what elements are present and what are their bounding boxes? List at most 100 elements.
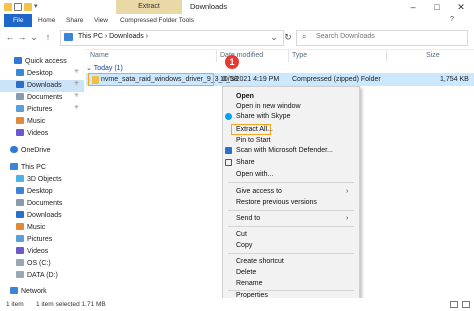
menu-item-share[interactable]: Share [236,157,255,168]
nav-item-pictures-pinned[interactable]: Pictures [16,104,52,116]
minimize-button[interactable]: – [402,0,424,14]
nav-item-3d-objects[interactable]: 3D Objects [16,174,62,186]
properties-icon[interactable] [14,3,22,11]
pictures-icon [16,105,24,112]
status-item-count: 1 item [6,301,24,308]
submenu-arrow-icon: › [346,188,349,195]
nav-item-documents-pinned[interactable]: Documents [16,92,62,104]
nav-item-desktop-pinned[interactable]: Desktop [16,68,53,80]
star-icon [14,57,22,64]
folder-icon [4,3,12,11]
column-header-name[interactable]: Name [90,50,109,62]
videos-icon [16,129,24,136]
details-view-icon[interactable] [450,301,458,308]
chevron-down-icon: ⌄ [86,65,92,72]
pc-icon [10,163,18,170]
menu-item-cut[interactable]: Cut [236,229,247,240]
pin-icon: ✳ [74,93,80,99]
nav-item-videos[interactable]: Videos [16,128,48,140]
column-header-type[interactable]: Type [292,50,307,62]
videos-icon [16,247,24,254]
new-folder-icon[interactable] [24,3,32,11]
nav-item-downloads[interactable]: Downloads [16,210,62,222]
nav-item-desktop[interactable]: Desktop [16,186,53,198]
music-icon [16,117,24,124]
music-icon [16,223,24,230]
qat-dropdown-icon[interactable]: ▾ [34,2,38,10]
status-selection: 1 item selected 1.71 MB [36,301,106,308]
search-placeholder: Search Downloads [316,33,375,40]
extract-context-tab: Extract [116,0,182,14]
menu-item-copy[interactable]: Copy [236,240,252,251]
forward-button[interactable]: → [16,29,28,45]
menu-item-create-shortcut[interactable]: Create shortcut [236,256,284,267]
close-button[interactable]: ✕ [450,0,472,14]
search-icon: ⌕ [302,32,307,41]
documents-icon [16,93,24,100]
pin-icon: ✳ [74,81,80,87]
nav-item-downloads-pinned[interactable]: Downloads [16,80,62,92]
nav-item-onedrive[interactable]: OneDrive [10,145,51,157]
help-icon[interactable]: ? [450,16,454,23]
large-icons-view-icon[interactable] [462,301,470,308]
menu-separator [228,253,354,254]
share-icon [225,159,232,166]
status-bar: 1 item 1 item selected 1.71 MB [0,298,474,311]
menu-separator [228,182,354,183]
downloads-icon [16,81,24,88]
step-badge-1: 1 [225,55,239,69]
tab-compressed-folder-tools[interactable]: Compressed Folder Tools [112,14,202,27]
menu-item-give-access[interactable]: Give access to [236,186,282,197]
cloud-icon [10,146,18,153]
column-header-size[interactable]: Size [426,50,440,62]
maximize-button[interactable]: □ [426,0,448,14]
back-button[interactable]: ← [4,29,16,45]
drive-icon [16,271,24,278]
tab-file[interactable]: File [4,14,33,27]
nav-item-data-d[interactable]: DATA (D:) [16,270,58,282]
menu-item-scan-defender[interactable]: Scan with Microsoft Defender... [236,145,333,156]
column-divider[interactable] [216,50,217,62]
menu-item-rename[interactable]: Rename [236,278,262,289]
nav-item-os-c[interactable]: OS (C:) [16,258,51,270]
file-size: 1,754 KB [440,76,469,83]
menu-item-restore-versions[interactable]: Restore previous versions [236,197,317,208]
nav-item-quick-access[interactable]: Quick access [14,56,67,68]
desktop-icon [16,69,24,76]
pin-icon: ✳ [74,105,80,111]
pin-icon: ✳ [74,69,80,75]
up-button[interactable]: ↑ [42,29,54,45]
menu-separator [228,210,354,211]
menu-item-extract-all[interactable]: Extract All... [236,124,273,135]
pictures-icon [16,235,24,242]
desktop-icon [16,187,24,194]
column-divider[interactable] [386,50,387,62]
nav-item-videos-pc[interactable]: Videos [16,246,48,258]
skype-icon [225,113,232,120]
address-dropdown-icon[interactable]: ⌄ [268,29,280,45]
documents-icon [16,199,24,206]
drive-icon [16,259,24,266]
column-divider[interactable] [288,50,289,62]
file-highlight-box [88,73,214,86]
window-title: Downloads [190,2,228,11]
nav-item-pictures[interactable]: Pictures [16,234,52,246]
menu-item-delete[interactable]: Delete [236,267,256,278]
recent-locations-button[interactable]: ⌄ [28,29,40,45]
menu-separator [228,226,354,227]
address-path[interactable]: This PC › Downloads › [78,30,148,44]
nav-item-documents[interactable]: Documents [16,198,62,210]
nav-item-network[interactable]: Network [10,286,47,298]
nav-item-music[interactable]: Music [16,116,45,128]
submenu-arrow-icon: › [346,215,349,222]
refresh-button[interactable]: ↻ [282,29,294,45]
menu-item-open-with[interactable]: Open with... [236,169,273,180]
defender-icon [225,147,232,154]
network-icon [10,287,18,294]
nav-item-this-pc[interactable]: This PC [10,162,46,174]
cube-icon [16,175,24,182]
file-date: 10/5/2021 4:19 PM [220,76,280,83]
menu-item-send-to[interactable]: Send to [236,213,260,224]
nav-item-music-pc[interactable]: Music [16,222,45,234]
menu-item-share-skype[interactable]: Share with Skype [236,111,290,122]
